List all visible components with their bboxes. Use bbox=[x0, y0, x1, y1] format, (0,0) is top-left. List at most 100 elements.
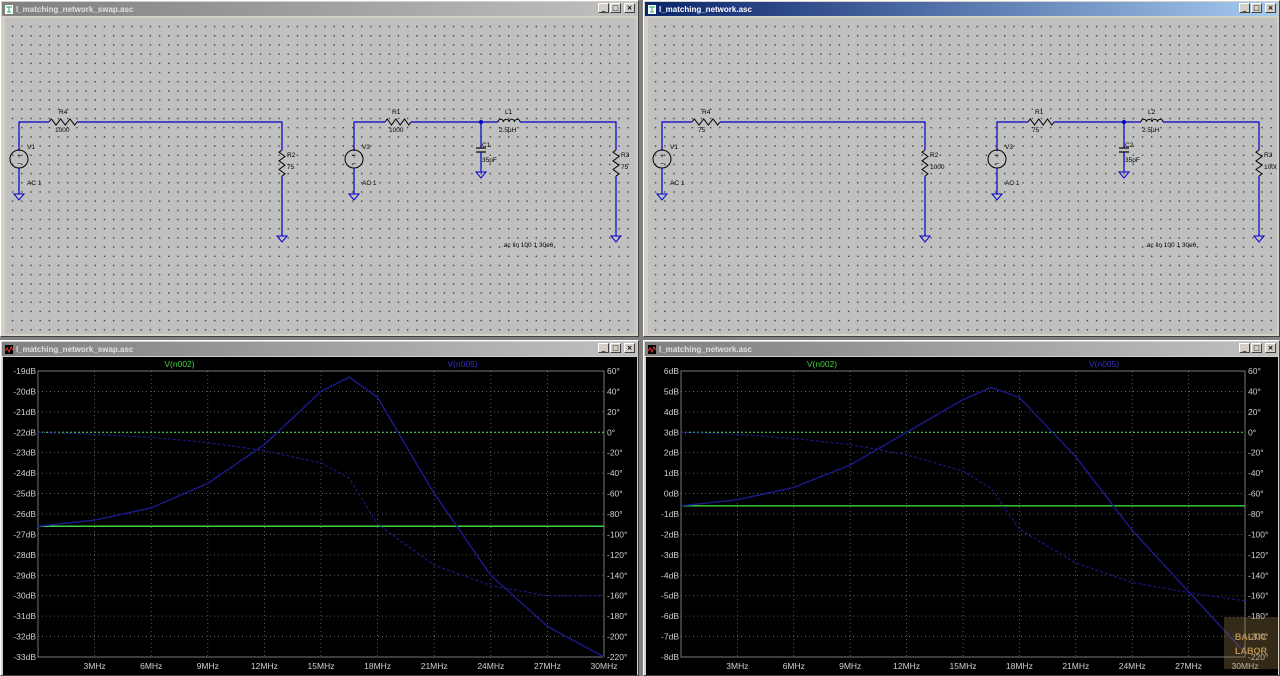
y-tick-label-left: -27dB bbox=[13, 529, 36, 539]
plot-area: 6dB 60° 5dB 40° 4dB 20° 3dB 0° 2dB -20° 1dB -40° 0dB… bbox=[661, 359, 1268, 671]
y-tick-label-right: -80° bbox=[1248, 509, 1264, 519]
y-tick-label-right: -140° bbox=[1248, 570, 1268, 580]
schematic-window-right[interactable]: l_matching_network.asc _ □ × + − R4 75 V1 AC … bbox=[643, 0, 1280, 337]
waveform-plot[interactable]: -19dB 60° -20dB 40° -21dB 20° -22dB 0° -23dB -20°… bbox=[3, 357, 637, 675]
y-tick-label-left: -8dB bbox=[661, 652, 679, 662]
x-tick-label: 12MHz bbox=[893, 661, 920, 671]
inductor-symbol bbox=[514, 118, 521, 123]
schematic-canvas[interactable]: + − R4 1000 V1 AC 1 R2 75 + − R1 1000 L1 2.5µH C1 35pF V… bbox=[5, 18, 636, 334]
minus-sign: − bbox=[352, 161, 356, 168]
schematic-canvas[interactable]: + − R4 75 V1 AC 1 R2 1000 + − R1 75 L2 2.5µH C2 35pF V3 A… bbox=[648, 18, 1277, 334]
maximize-button[interactable]: □ bbox=[1251, 3, 1262, 13]
inductor-symbol bbox=[503, 118, 510, 123]
close-button[interactable]: × bbox=[624, 3, 635, 13]
y-tick-label-right: -200° bbox=[607, 632, 627, 642]
r4-label: R4 bbox=[59, 109, 68, 116]
r3-value: 75 bbox=[621, 164, 629, 171]
r2-value: 1000 bbox=[930, 164, 945, 171]
y-tick-label-left: -7dB bbox=[661, 632, 679, 642]
plus-sign: + bbox=[660, 153, 664, 160]
wire bbox=[520, 121, 617, 150]
y-tick-label-left: 3dB bbox=[664, 427, 679, 437]
r2-label: R2 bbox=[287, 152, 296, 159]
maximize-button[interactable]: □ bbox=[610, 3, 621, 13]
v1-label: V1 bbox=[670, 144, 678, 151]
title-bar[interactable]: l_matching_network.asc _ □ × bbox=[645, 342, 1278, 356]
r2-value: 75 bbox=[287, 164, 295, 171]
v3-label: V3 bbox=[362, 144, 370, 151]
schematic-window-left[interactable]: l_matching_network_swap.asc _ □ × + − R4 10… bbox=[0, 0, 639, 337]
inductor-symbol bbox=[1157, 118, 1164, 123]
plot-area: -19dB 60° -20dB 40° -21dB 20° -22dB 0° -23dB -20°… bbox=[13, 359, 627, 671]
r3-value: 1000 bbox=[1264, 164, 1277, 171]
y-tick-label-right: 20° bbox=[607, 407, 620, 417]
resistor-r3-symbol bbox=[612, 149, 620, 177]
inductor-label: L2 bbox=[1148, 109, 1156, 116]
x-tick-label: 9MHz bbox=[197, 661, 219, 671]
waveform-window-right[interactable]: l_matching_network.asc _ □ × 6dB 60° 5dB 40… bbox=[643, 340, 1280, 676]
x-tick-label: 15MHz bbox=[950, 661, 977, 671]
schematic-drawing[interactable]: +−R41000V1AC 1R275+−R11000L12.5µHC135pFV… bbox=[5, 18, 636, 334]
plus-sign: + bbox=[352, 153, 356, 160]
minimize-button[interactable]: _ bbox=[1239, 343, 1250, 353]
resistor-r1-symbol bbox=[1027, 118, 1055, 126]
y-tick-label-left: -1dB bbox=[661, 509, 679, 519]
y-tick-label-left: -4dB bbox=[661, 570, 679, 580]
x-tick-label: 18MHz bbox=[364, 661, 391, 671]
resistor-r3-symbol bbox=[1255, 149, 1263, 177]
close-button[interactable]: × bbox=[624, 343, 635, 353]
waveform-window-left[interactable]: l_matching_network_swap.asc _ □ × -19dB 6… bbox=[0, 340, 639, 676]
resistor-r2-symbol bbox=[921, 149, 929, 177]
x-tick-label: 6MHz bbox=[783, 661, 805, 671]
minimize-button[interactable]: _ bbox=[1239, 3, 1250, 13]
ground-icon bbox=[609, 235, 623, 243]
v3-source: AC 1 bbox=[1005, 180, 1020, 187]
inductor-symbol bbox=[508, 118, 515, 123]
r4-value: 75 bbox=[698, 127, 706, 134]
y-tick-label-right: -20° bbox=[1248, 448, 1264, 458]
plus-sign: + bbox=[995, 153, 999, 160]
ground-icon bbox=[918, 235, 932, 243]
y-tick-label-right: -160° bbox=[1248, 591, 1268, 601]
r3-label: R3 bbox=[621, 152, 630, 159]
legend-v-n005: V(n005) bbox=[1089, 359, 1119, 369]
ground-icon bbox=[275, 235, 289, 243]
y-tick-label-left: -19dB bbox=[13, 366, 36, 376]
y-tick-label-left: -26dB bbox=[13, 509, 36, 519]
wire bbox=[720, 121, 926, 150]
minimize-button[interactable]: _ bbox=[598, 3, 609, 13]
y-tick-label-left: -33dB bbox=[13, 652, 36, 662]
title-bar[interactable]: l_matching_network.asc _ □ × bbox=[645, 2, 1278, 16]
r3-label: R3 bbox=[1264, 152, 1273, 159]
x-tick-label: 21MHz bbox=[421, 661, 448, 671]
ground-icon bbox=[347, 193, 361, 201]
capacitor-value: 35pF bbox=[482, 157, 497, 164]
v3-label: V3 bbox=[1005, 144, 1013, 151]
y-tick-label-right: 40° bbox=[1248, 386, 1261, 396]
inductor-symbol bbox=[497, 118, 504, 123]
y-tick-label-left: 5dB bbox=[664, 386, 679, 396]
y-tick-label-left: 4dB bbox=[664, 407, 679, 417]
ground-icon bbox=[474, 171, 488, 179]
waveform-icon bbox=[4, 344, 14, 354]
y-tick-label-left: -20dB bbox=[13, 386, 36, 396]
minimize-button[interactable]: _ bbox=[598, 343, 609, 353]
y-tick-label-right: -120° bbox=[1248, 550, 1268, 560]
y-tick-label-left: -28dB bbox=[13, 550, 36, 560]
maximize-button[interactable]: □ bbox=[1251, 343, 1262, 353]
schematic-drawing[interactable]: +−R475V1AC 1R21000+−R175L22.5µHC235pFV3A… bbox=[648, 18, 1277, 334]
y-tick-label-right: -40° bbox=[1248, 468, 1264, 478]
close-button[interactable]: × bbox=[1265, 3, 1276, 13]
spice-directive: .ac lin 100 1 30e6 bbox=[502, 242, 554, 249]
r1-value: 75 bbox=[1032, 127, 1040, 134]
x-tick-label: 3MHz bbox=[726, 661, 748, 671]
waveform-plot[interactable]: 6dB 60° 5dB 40° 4dB 20° 3dB 0° 2dB -20° 1dB -40° 0dB… bbox=[646, 357, 1278, 675]
minus-sign: − bbox=[660, 161, 664, 168]
title-bar[interactable]: l_matching_network_swap.asc _ □ × bbox=[2, 342, 637, 356]
maximize-button[interactable]: □ bbox=[610, 343, 621, 353]
ground-icon bbox=[655, 193, 669, 201]
x-tick-label: 21MHz bbox=[1062, 661, 1089, 671]
title-bar[interactable]: l_matching_network_swap.asc _ □ × bbox=[2, 2, 637, 16]
close-button[interactable]: × bbox=[1265, 343, 1276, 353]
y-tick-label-right: -80° bbox=[607, 509, 623, 519]
